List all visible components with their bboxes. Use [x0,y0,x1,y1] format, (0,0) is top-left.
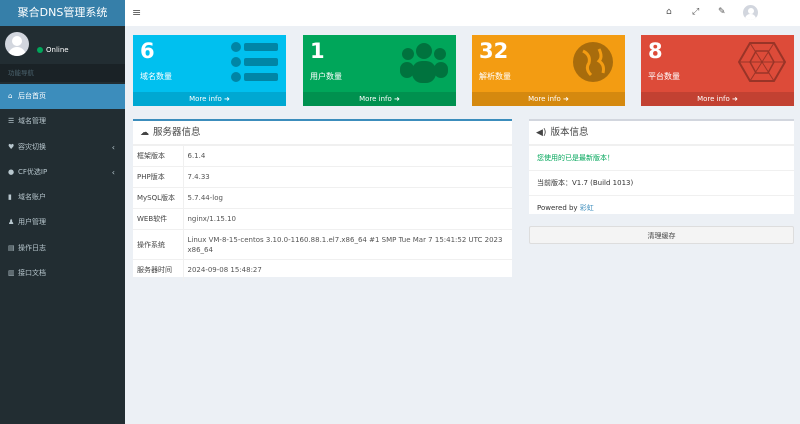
server-info-panel: ☁ 服务器信息 框架版本 6.1.4 PHP版本 7.4.33 MySQL版本 5.7.… [133,119,512,281]
stat-box-domains: 6 域名数量 More info ➜ [133,35,286,106]
sidebar-item-api-docs[interactable]: ▥ 接口文档 [0,261,125,286]
sidebar-item-dashboard[interactable]: ⌂ 后台首页 [0,84,125,110]
powered-by-link[interactable]: 彩虹 [580,204,594,212]
more-info-link[interactable]: More info ➜ [472,92,625,106]
nav-header: 功能导航 [0,64,125,82]
cloud-icon: ● [8,167,15,176]
sidebar-menu: ⌂ 后台首页 ☰ 域名管理 ♥ 容灾切换 ‹ ● CF优选IP ‹ ▮ 域名账户 ♟ 用户管理 … [0,84,125,286]
stat-value: 6 [140,39,155,63]
user-icon: ♟ [8,218,15,227]
table-row: 框架版本 6.1.4 [133,145,512,167]
stat-label: 解析数量 [479,72,511,81]
globe-icon [573,42,613,82]
table-row: MySQL版本 5.7.44-log [133,187,512,209]
chevron-left-icon: ‹ [111,142,115,152]
menu-toggle-icon[interactable]: ≡ [132,6,141,19]
app-title[interactable]: 聚合DNS管理系统 [0,0,125,26]
list-icon [231,42,278,82]
avatar [5,32,29,56]
table-row: 服务器时间 2024-09-08 15:48:27 [133,259,512,281]
sidebar-item-users[interactable]: ♟ 用户管理 [0,210,125,235]
current-version: 当前版本：V1.7 (Build 1013) [529,170,794,195]
stat-value: 8 [648,39,663,63]
stat-label: 平台数量 [648,72,680,81]
more-info-link[interactable]: More info ➜ [641,92,794,106]
more-info-link[interactable]: More info ➜ [133,92,286,106]
book-icon: ▥ [8,269,15,278]
stat-label: 用户数量 [310,72,342,81]
powered-by: Powered by 彩虹 [529,195,794,220]
stat-box-records: 32 解析数量 More info ➜ [472,35,625,106]
home-icon: ⌂ [8,92,13,100]
lock-icon: ▮ [8,193,12,202]
stat-value: 1 [310,39,325,63]
stat-box-platforms: 8 平台数量 More info ➜ [641,35,794,106]
list-icon: ☰ [8,117,15,126]
panel-title: ☁ 服务器信息 [133,121,512,145]
stat-value: 32 [479,39,509,63]
sidebar-item-cf-ip[interactable]: ● CF优选IP ‹ [0,160,125,185]
volume-icon: ◀) [536,128,547,138]
user-panel [0,26,125,64]
sidebar-item-logs[interactable]: ▤ 操作日志 [0,236,125,261]
table-row: 操作系统 Linux VM-8-15-centos 3.10.0-1160.88.… [133,229,512,260]
online-status: Online [37,46,69,54]
chevron-left-icon: ‹ [111,167,115,177]
table-row: WEB软件 nginx/1.15.10 [133,208,512,230]
sidebar-item-accounts[interactable]: ▮ 域名账户 [0,185,125,210]
user-avatar[interactable] [743,5,758,20]
stat-label: 域名数量 [140,72,172,81]
online-dot-icon [37,47,43,53]
top-header: ≡ ⌂ ⤢ ✎ [125,0,800,26]
version-info-panel: ◀) 版本信息 您使用的已是最新版本！ 当前版本：V1.7 (Build 1013… [529,119,794,214]
expand-icon[interactable]: ⤢ [692,7,699,17]
stat-box-users: 1 用户数量 More info ➜ [303,35,456,106]
hexagon-icon [738,42,786,82]
latest-version-message: 您使用的已是最新版本！ [529,145,794,170]
sidebar: 聚合DNS管理系统 Online 功能导航 ⌂ 后台首页 ☰ 域名管理 ♥ 容灾切换 ‹… [0,0,125,424]
sidebar-item-domains[interactable]: ☰ 域名管理 [0,109,125,134]
server-info-table: 框架版本 6.1.4 PHP版本 7.4.33 MySQL版本 5.7.44-log … [133,145,512,281]
sidebar-item-failover[interactable]: ♥ 容灾切换 ‹ [0,135,125,160]
table-row: PHP版本 7.4.33 [133,166,512,188]
clear-cache-button[interactable]: 清理缓存 [529,226,794,244]
log-icon: ▤ [8,243,15,252]
cloud-icon: ☁ [140,128,149,138]
wrench-icon[interactable]: ✎ [718,7,726,17]
home-icon[interactable]: ⌂ [666,7,672,17]
panel-title: ◀) 版本信息 [529,121,794,145]
users-icon [400,43,448,83]
more-info-link[interactable]: More info ➜ [303,92,456,106]
heartbeat-icon: ♥ [8,142,15,151]
